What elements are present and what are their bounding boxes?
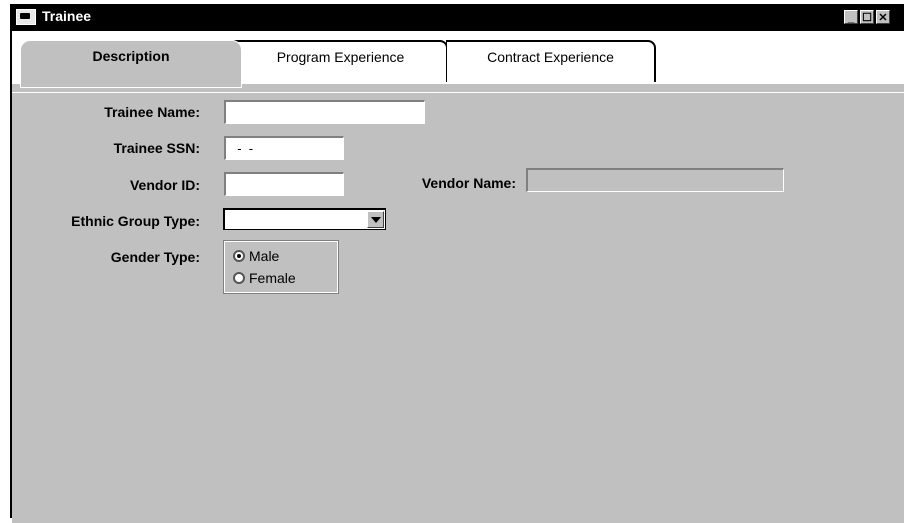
app-icon <box>16 9 36 25</box>
close-button[interactable]: ✕ <box>876 10 890 24</box>
trainee-ssn-label: Trainee SSN: <box>113 140 200 156</box>
trainee-name-label: Trainee Name: <box>104 104 200 120</box>
vendor-name-label: Vendor Name: <box>421 175 516 191</box>
minimize-icon: _ <box>847 12 855 24</box>
gender-male-label: Male <box>249 248 280 264</box>
vendor-id-label: Vendor ID: <box>129 177 200 193</box>
ethnic-group-type-select[interactable] <box>223 208 386 230</box>
gender-male-option[interactable]: Male <box>233 247 279 265</box>
tab-label: Contract Experience <box>487 49 614 65</box>
gender-type-group: Male Female <box>223 240 339 294</box>
trainee-window: Trainee _ ☐ ✕ Description Program Experi… <box>10 4 904 523</box>
close-icon: ✕ <box>878 12 888 24</box>
gender-female-option[interactable]: Female <box>233 269 296 287</box>
gender-type-label: Gender Type: <box>110 249 200 265</box>
vendor-id-input[interactable] <box>224 172 344 196</box>
maximize-icon: ☐ <box>862 12 872 24</box>
title-bar[interactable]: Trainee _ ☐ ✕ <box>12 4 904 31</box>
tab-label: Description <box>92 48 170 64</box>
trainee-ssn-input[interactable] <box>224 136 344 160</box>
tab-program-experience[interactable]: Program Experience <box>234 40 448 82</box>
ethnic-group-type-label: Ethnic Group Type: <box>71 213 200 229</box>
tab-description[interactable]: Description <box>20 40 242 88</box>
window-title: Trainee <box>42 8 92 24</box>
tab-contract-experience[interactable]: Contract Experience <box>446 40 656 82</box>
minimize-button[interactable]: _ <box>844 10 858 24</box>
maximize-button[interactable]: ☐ <box>860 10 874 24</box>
tab-label: Program Experience <box>276 49 405 65</box>
vendor-name-field <box>526 168 784 192</box>
radio-checked-icon[interactable] <box>233 250 245 262</box>
dropdown-arrow-icon[interactable] <box>367 211 384 228</box>
gender-female-label: Female <box>249 270 296 286</box>
trainee-name-input[interactable] <box>224 100 425 124</box>
radio-unchecked-icon[interactable] <box>233 272 245 284</box>
description-panel: Trainee Name: Trainee SSN: Vendor ID: Ve… <box>12 92 904 523</box>
